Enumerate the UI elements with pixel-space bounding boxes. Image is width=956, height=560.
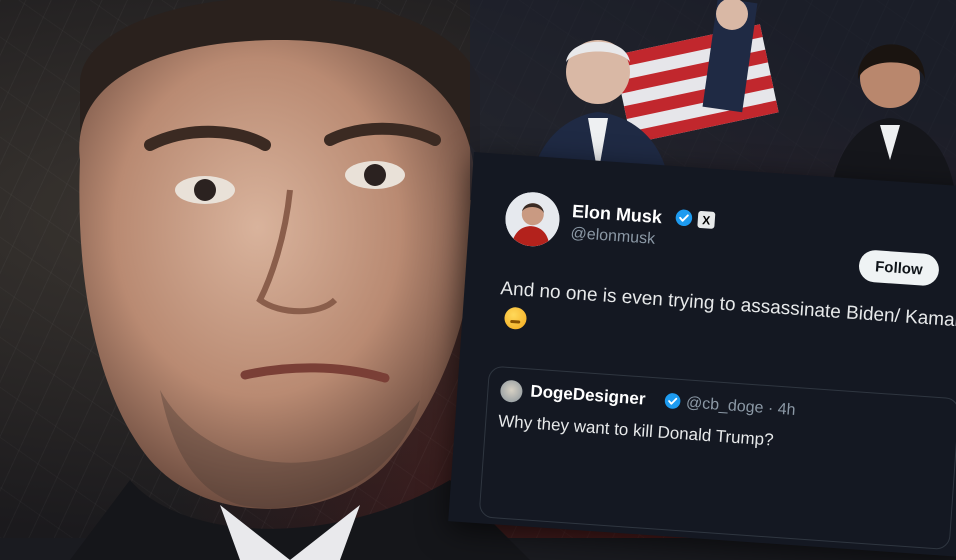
verified-badge-icon — [675, 209, 693, 227]
thinking-face-icon — [503, 306, 528, 331]
tweet-card[interactable]: Elon Musk X @elonmusk Follow And no one … — [448, 152, 956, 558]
follow-button[interactable]: Follow — [857, 249, 940, 287]
avatar-image — [503, 190, 562, 249]
avatar[interactable] — [503, 190, 562, 249]
tweet-text: And no one is even trying to assassinate… — [497, 274, 956, 367]
quoted-author-handle[interactable]: @cb_doge · 4h — [685, 394, 796, 420]
quoted-avatar[interactable] — [499, 379, 524, 403]
verified-badge-icon — [664, 393, 681, 409]
quoted-author-name[interactable]: DogeDesigner — [530, 382, 646, 410]
x-affiliate-icon: X — [697, 210, 716, 229]
quoted-tweet[interactable]: DogeDesigner @cb_doge · 4h Why they want… — [478, 365, 956, 551]
tweet-text-body: And no one is even trying to assassinate… — [499, 278, 956, 332]
author-name[interactable]: Elon Musk — [571, 201, 662, 228]
quoted-tweet-text: Why they want to kill Donald Trump? — [497, 411, 775, 450]
author-handle[interactable]: @elonmusk — [570, 225, 656, 249]
